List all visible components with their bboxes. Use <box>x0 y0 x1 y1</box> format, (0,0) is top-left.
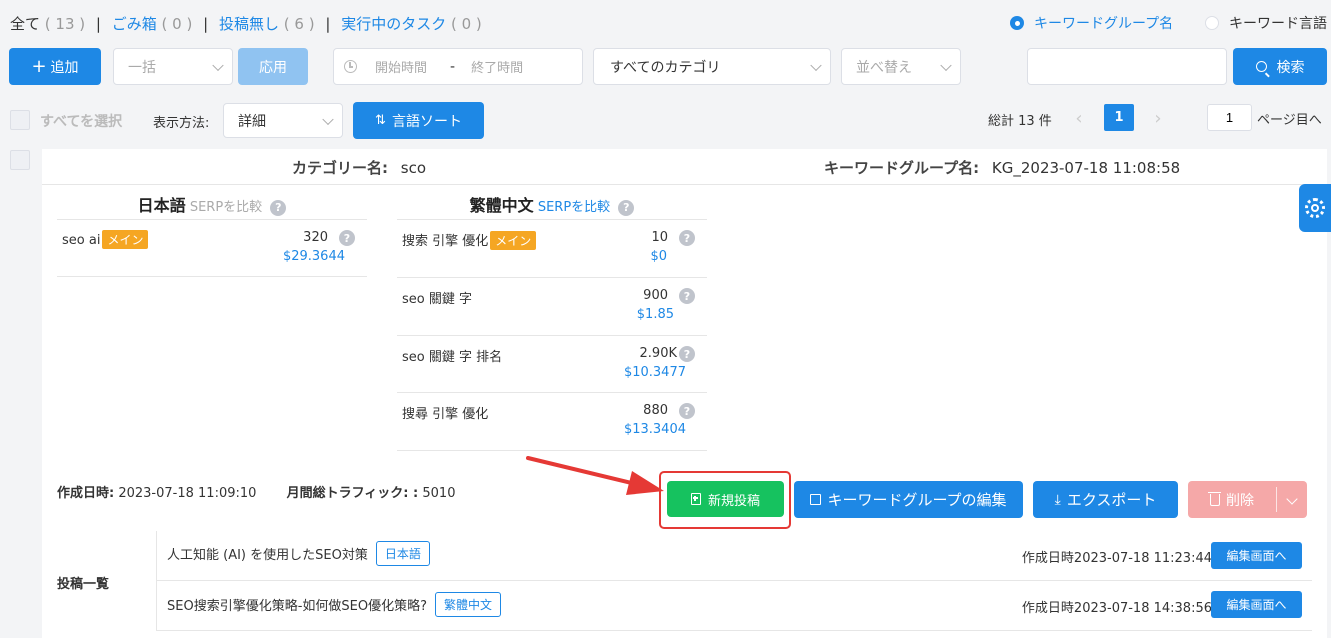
download-icon: ⤓ <box>1054 491 1061 508</box>
keyword-row: seo ai メイン 320 ? $29.3644 <box>57 220 367 277</box>
arrow-annotation-icon <box>526 456 664 495</box>
main-badge: メイン <box>102 230 149 249</box>
help-icon[interactable]: ? <box>679 288 695 304</box>
traffic-label: 月間総トラフィック: : <box>286 486 419 501</box>
keyword-row: 搜尋 引擎 優化 880 ? $13.3404 <box>397 393 707 451</box>
select-all-checkbox[interactable] <box>10 110 30 130</box>
main-badge: メイン <box>490 231 537 250</box>
search-input[interactable] <box>1027 48 1227 85</box>
keyword-row: seo 關鍵 字 排名 2.90K ? $10.3477 <box>397 336 707 393</box>
keyword-group-card: カテゴリー名: sco キーワードグループ名: KG_2023-07-18 11… <box>42 149 1327 638</box>
next-page-button[interactable]: › <box>1145 105 1171 131</box>
created-value: 2023-07-18 11:09:10 <box>118 486 257 501</box>
delete-button[interactable]: 削除 <box>1188 481 1307 518</box>
chevron-left-icon: ‹ <box>1075 107 1083 129</box>
help-icon[interactable]: ? <box>679 403 695 419</box>
search-button[interactable]: 検索 <box>1233 48 1327 85</box>
apply-button[interactable]: 応用 <box>238 48 308 85</box>
dropdown-divider <box>1276 487 1277 512</box>
date-range-picker[interactable]: 開始時間 - 終了時間 <box>333 48 583 85</box>
new-post-button[interactable]: 新規投稿 <box>667 481 784 517</box>
chevron-down-icon <box>212 59 224 71</box>
language-name: 繁體中文 <box>469 196 534 215</box>
radio-selected-icon <box>1010 16 1024 30</box>
help-icon[interactable]: ? <box>339 230 355 246</box>
chevron-down-icon <box>940 59 952 71</box>
filter-all[interactable]: 全て ( 13 ) <box>10 15 85 33</box>
post-created: 作成日時2023-07-18 14:38:56 <box>1021 601 1212 616</box>
card-meta: 作成日時: 2023-07-18 11:09:10 月間総トラフィック: : 5… <box>57 482 455 501</box>
post-lang-tag: 日本語 <box>375 541 430 566</box>
search-icon <box>1255 61 1270 77</box>
chevron-down-icon <box>810 59 822 71</box>
radio-unselected-icon <box>1205 16 1219 30</box>
traffic-value: 5010 <box>422 486 456 501</box>
document-icon <box>690 493 701 505</box>
settings-float-button[interactable] <box>1299 184 1331 232</box>
display-method-select[interactable]: 詳細 <box>223 103 343 138</box>
prev-page-button[interactable]: ‹ <box>1066 105 1092 131</box>
post-created: 作成日時2023-07-18 11:23:44 <box>1021 551 1212 566</box>
sort-select[interactable]: 並べ替え <box>841 48 961 85</box>
compare-serp-link[interactable]: SERPを比較 <box>190 200 262 215</box>
page-jump-input[interactable] <box>1207 104 1252 131</box>
created-label: 作成日時: <box>57 486 115 501</box>
clock-icon <box>344 60 357 73</box>
plus-icon: + <box>31 55 47 77</box>
bulk-select[interactable]: 一括 <box>113 48 233 85</box>
page-1-button[interactable]: 1 <box>1104 104 1134 131</box>
export-button[interactable]: ⤓ エクスポート <box>1033 481 1178 518</box>
list-item: 人工知能 (AI) を使用したSEO対策 日本語 作成日時2023-07-18 … <box>157 531 1312 581</box>
help-icon[interactable]: ? <box>618 199 635 216</box>
edit-keyword-group-button[interactable]: キーワードグループの編集 <box>794 481 1023 518</box>
radio-group-name[interactable]: キーワードグループ名 <box>1010 13 1173 33</box>
total-count: 総計 13 件 <box>988 114 1052 129</box>
filter-running[interactable]: 実行中のタスク ( 0 ) <box>341 15 482 33</box>
gear-icon <box>1305 198 1325 218</box>
group-name-label: キーワードグループ名: <box>824 159 980 177</box>
edit-icon <box>810 494 822 505</box>
post-title[interactable]: SEO搜索引擎優化策略-如何做SEO優化策略? <box>167 595 427 614</box>
post-title[interactable]: 人工知能 (AI) を使用したSEO対策 <box>167 544 368 563</box>
page-jump-label: ページ目へ <box>1257 113 1322 128</box>
keyword-row: seo 關鍵 字 900 ? $1.85 <box>397 278 707 336</box>
keyword-row: 搜索 引擎 優化 メイン 10 ? $0 <box>397 220 707 278</box>
sort-icon: ⇅ <box>375 113 386 128</box>
help-icon[interactable]: ? <box>679 230 695 246</box>
filter-trash[interactable]: ごみ箱 ( 0 ) <box>112 15 193 33</box>
category-value: sco <box>400 159 427 177</box>
post-lang-tag: 繁體中文 <box>435 592 502 617</box>
edit-post-button[interactable]: 編集画面へ <box>1211 591 1302 618</box>
chevron-right-icon: › <box>1154 107 1162 129</box>
language-name: 日本語 <box>137 196 186 215</box>
posts-list-label: 投稿一覧 <box>57 577 110 592</box>
add-button[interactable]: + 追加 <box>9 48 101 85</box>
filter-no-post[interactable]: 投稿無し ( 6 ) <box>219 15 315 33</box>
trash-icon <box>1208 491 1221 506</box>
card-header: カテゴリー名: sco キーワードグループ名: KG_2023-07-18 11… <box>42 149 1327 185</box>
edit-post-button[interactable]: 編集画面へ <box>1211 542 1302 569</box>
group-name-value: KG_2023-07-18 11:08:58 <box>991 159 1181 177</box>
select-all-label[interactable]: すべてを選択 <box>40 111 122 131</box>
display-method-label: 表示方法: <box>153 116 210 131</box>
filter-bar: 全て ( 13 ) | ごみ箱 ( 0 ) | 投稿無し ( 6 ) | 実行中… <box>10 15 482 33</box>
chevron-down-icon <box>322 113 334 125</box>
chevron-down-icon[interactable] <box>1286 493 1298 505</box>
radio-keyword-language[interactable]: キーワード言語 <box>1205 13 1327 33</box>
category-select[interactable]: すべてのカテゴリ <box>593 48 831 85</box>
help-icon[interactable]: ? <box>270 199 287 216</box>
card-checkbox[interactable] <box>10 150 30 170</box>
help-icon[interactable]: ? <box>679 346 695 362</box>
list-item: SEO搜索引擎優化策略-如何做SEO優化策略? 繁體中文 作成日時2023-07… <box>157 581 1312 631</box>
compare-serp-link[interactable]: SERPを比較 <box>538 200 610 215</box>
language-sort-button[interactable]: ⇅ 言語ソート <box>353 102 484 139</box>
category-label: カテゴリー名: <box>292 159 388 177</box>
